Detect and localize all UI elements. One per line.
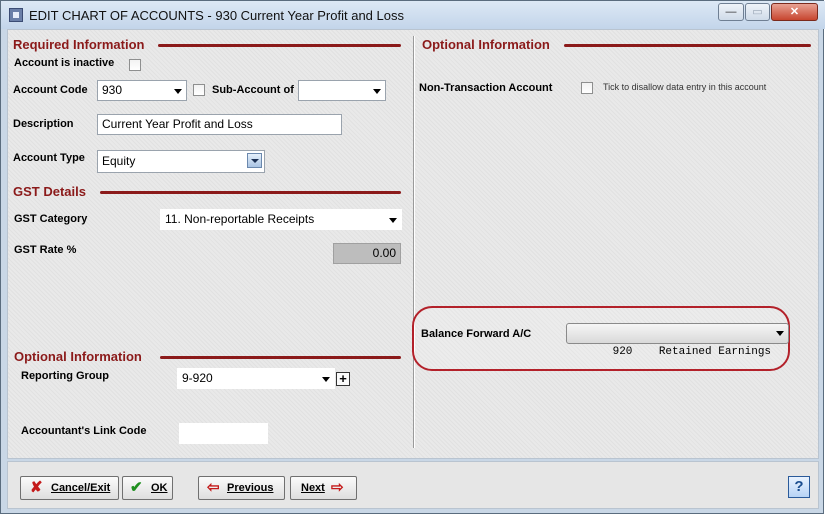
- form-panel: Required Information Account is inactive…: [7, 29, 819, 459]
- x-icon: ✘: [30, 479, 43, 496]
- arrow-left-icon: ⇦: [207, 479, 220, 496]
- sub-account-label: Sub-Account of: [212, 84, 294, 96]
- window-title: EDIT CHART OF ACCOUNTS - 930 Current Yea…: [29, 8, 404, 23]
- gst-category-value: 11. Non-reportable Receipts: [165, 212, 315, 226]
- reporting-group-value: 9-920: [182, 371, 213, 385]
- account-inactive-checkbox[interactable]: [129, 59, 141, 71]
- reporting-group-select[interactable]: 9-920: [177, 368, 335, 389]
- help-icon: ?: [794, 478, 804, 495]
- gst-details-heading: GST Details: [13, 184, 86, 199]
- balance-forward-label: Balance Forward A/C: [421, 328, 532, 340]
- arrow-right-icon: ⇨: [331, 479, 344, 496]
- next-label: Next: [301, 482, 325, 494]
- gst-rate-label: GST Rate %: [14, 244, 77, 256]
- account-type-label: Account Type: [13, 152, 85, 164]
- checkmark-icon: ✔: [130, 479, 143, 496]
- chevron-down-icon: [322, 377, 330, 382]
- account-code-select[interactable]: 930: [97, 80, 187, 101]
- minimize-button[interactable]: —: [718, 3, 744, 21]
- optional-information-heading-right: Optional Information: [422, 37, 550, 52]
- balance-forward-select[interactable]: 920 Retained Earnings: [566, 323, 789, 358]
- previous-button[interactable]: ⇦ Previous: [198, 476, 285, 500]
- non-transaction-hint: Tick to disallow data entry in this acco…: [603, 82, 767, 92]
- accountant-link-code-label: Accountant's Link Code: [21, 425, 147, 437]
- reporting-group-label: Reporting Group: [21, 370, 109, 382]
- non-transaction-account-label: Non-Transaction Account: [419, 82, 553, 94]
- account-type-select[interactable]: Equity: [97, 150, 265, 173]
- account-type-value: Equity: [102, 154, 136, 168]
- account-code-value: 930: [102, 83, 123, 97]
- add-reporting-group-button[interactable]: +: [336, 372, 350, 386]
- ok-label: OK: [151, 482, 168, 494]
- chevron-down-icon: [389, 218, 397, 223]
- chevron-down-icon: [174, 89, 182, 94]
- gst-category-label: GST Category: [14, 213, 88, 225]
- chevron-down-icon: [776, 331, 784, 336]
- cancel-exit-label: Cancel/Exit: [51, 482, 111, 494]
- maximize-button[interactable]: ▭: [745, 3, 770, 21]
- title-bar: EDIT CHART OF ACCOUNTS - 930 Current Yea…: [1, 1, 825, 29]
- ok-button[interactable]: ✔ OK: [122, 476, 173, 500]
- description-input[interactable]: Current Year Profit and Loss: [97, 114, 342, 135]
- help-button[interactable]: ?: [788, 476, 810, 498]
- edit-chart-of-accounts-window: EDIT CHART OF ACCOUNTS - 930 Current Yea…: [0, 0, 825, 514]
- gst-rate-field: 0.00: [333, 243, 401, 264]
- gst-category-select[interactable]: 11. Non-reportable Receipts: [160, 209, 402, 230]
- account-inactive-label: Account is inactive: [14, 57, 115, 69]
- section-rule: [158, 44, 401, 47]
- accountant-link-code-input[interactable]: [179, 423, 268, 444]
- description-label: Description: [13, 118, 74, 130]
- app-icon: [9, 8, 23, 22]
- chevron-down-icon: [373, 89, 381, 94]
- non-transaction-checkbox[interactable]: [581, 82, 593, 94]
- column-divider: [413, 36, 415, 448]
- section-rule: [564, 44, 811, 47]
- section-rule: [160, 356, 401, 359]
- previous-label: Previous: [227, 482, 274, 494]
- chevron-down-icon[interactable]: [247, 153, 262, 168]
- next-button[interactable]: Next ⇨: [290, 476, 357, 500]
- required-information-heading: Required Information: [13, 37, 145, 52]
- button-bar: ✘ Cancel/Exit ✔ OK ⇦ Previous Next ⇨ ?: [7, 461, 819, 509]
- sub-account-checkbox[interactable]: [193, 84, 205, 96]
- cancel-exit-button[interactable]: ✘ Cancel/Exit: [20, 476, 119, 500]
- close-button[interactable]: ✕: [771, 3, 818, 21]
- optional-information-heading-left: Optional Information: [14, 349, 142, 364]
- sub-account-select[interactable]: [298, 80, 386, 101]
- account-code-label: Account Code: [13, 84, 88, 96]
- balance-forward-value: 920 Retained Earnings: [612, 346, 772, 358]
- section-rule: [100, 191, 401, 194]
